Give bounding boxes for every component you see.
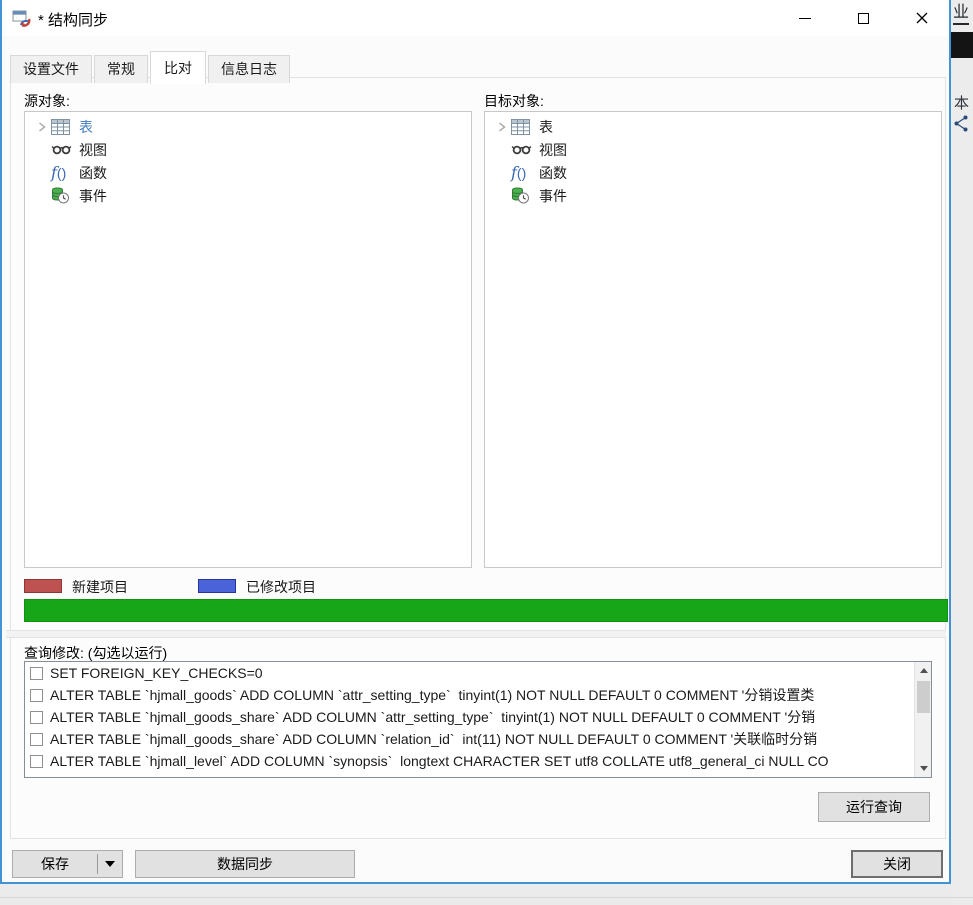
- sql-statement: ALTER TABLE `hjmall_goods_share` ADD COL…: [50, 707, 815, 727]
- sql-statement: ALTER TABLE `hjmall_goods_share` ADD COL…: [50, 729, 817, 749]
- function-icon: f(): [51, 163, 75, 182]
- save-button[interactable]: 保存: [12, 850, 123, 878]
- chevron-right-icon[interactable]: [493, 122, 511, 132]
- modified-item-legend-label: 已修改项目: [246, 577, 316, 597]
- dropdown-arrow-icon: [105, 861, 115, 867]
- tree-item-label: 表: [539, 117, 553, 137]
- source-tree-item-functions[interactable]: f() 函数: [25, 161, 471, 184]
- sql-statement: ALTER TABLE `hjmall_goods` ADD COLUMN `a…: [50, 685, 814, 705]
- background-dark-block: [951, 32, 973, 58]
- tab-compare[interactable]: 比对: [150, 51, 206, 84]
- maximize-button[interactable]: [841, 0, 886, 36]
- source-tree-item-views[interactable]: 视图: [25, 138, 471, 161]
- target-objects-tree[interactable]: 表 视图 f() 函数 事件: [484, 111, 942, 568]
- window-title: * 结构同步: [38, 9, 108, 30]
- scroll-down-arrow-icon[interactable]: [915, 760, 932, 777]
- sql-statement-list[interactable]: SET FOREIGN_KEY_CHECKS=0 ALTER TABLE `hj…: [24, 661, 932, 778]
- sql-checkbox[interactable]: [30, 777, 43, 779]
- close-button[interactable]: [899, 0, 944, 36]
- sql-statement: ALTER TABLE `hjmall_level` ADD COLUMN `s…: [50, 753, 829, 769]
- close-icon: [916, 12, 928, 24]
- query-modifications-label: 查询修改: (勾选以运行): [24, 643, 167, 663]
- structure-sync-dialog: * 结构同步 设置文件 常规 比对 信息日志 源对象: 表: [0, 0, 951, 884]
- table-icon: [511, 119, 535, 135]
- target-tree-item-tables[interactable]: 表: [485, 115, 941, 138]
- scroll-up-arrow-icon[interactable]: [915, 662, 932, 679]
- sql-checkbox[interactable]: [30, 755, 43, 768]
- sql-statement: SET FOREIGN_KEY_CHECKS=0: [50, 665, 263, 681]
- source-objects-tree[interactable]: 表 视图 f() 函数 事件: [24, 111, 472, 568]
- background-side-text: 本: [954, 92, 969, 113]
- sql-row[interactable]: ALTER TABLE `hjmall_goods` ADD COLUMN `a…: [25, 684, 931, 706]
- view-icon: [51, 144, 75, 155]
- tab-bar: 设置文件 常规 比对 信息日志: [10, 50, 292, 83]
- event-icon: [511, 187, 535, 204]
- minimize-button[interactable]: [782, 0, 827, 36]
- tree-item-label: 函数: [79, 163, 107, 183]
- function-icon: f(): [511, 163, 535, 182]
- structure-sync-icon: [12, 8, 32, 28]
- table-icon: [51, 119, 75, 135]
- close-dialog-button[interactable]: 关闭: [851, 850, 943, 878]
- sql-row[interactable]: ALTER TABLE `hjmall_goods_share` ADD COL…: [25, 706, 931, 728]
- tab-general[interactable]: 常规: [94, 55, 148, 83]
- background-bottom-strip: [0, 884, 951, 905]
- progress-bar: [24, 599, 948, 622]
- source-tree-item-tables[interactable]: 表: [25, 115, 471, 138]
- tab-info-log[interactable]: 信息日志: [208, 55, 290, 83]
- sql-row[interactable]: ALTER TABLE `hjmall_level` ADD COLUMN `s…: [25, 750, 931, 772]
- vertical-scrollbar[interactable]: [914, 662, 931, 777]
- target-tree-item-views[interactable]: 视图: [485, 138, 941, 161]
- sql-row[interactable]: ALTER TABLE `hjmall_goods_share` ADD COL…: [25, 728, 931, 750]
- sql-checkbox[interactable]: [30, 711, 43, 724]
- background-partial-text: 业: [953, 3, 969, 25]
- tree-item-label: 函数: [539, 163, 567, 183]
- sql-checkbox[interactable]: [30, 733, 43, 746]
- target-tree-item-functions[interactable]: f() 函数: [485, 161, 941, 184]
- data-sync-button[interactable]: 数据同步: [135, 850, 355, 878]
- maximize-icon: [858, 13, 869, 24]
- target-tree-item-events[interactable]: 事件: [485, 184, 941, 207]
- tree-item-label: 视图: [539, 140, 567, 160]
- scrollbar-thumb[interactable]: [917, 681, 930, 713]
- event-icon: [51, 187, 75, 204]
- sql-statement: ALTER TABLE `hjmall_: [50, 775, 194, 778]
- modified-item-color-swatch: [198, 579, 236, 593]
- tab-settings-file[interactable]: 设置文件: [10, 55, 92, 83]
- source-objects-label: 源对象:: [24, 91, 70, 111]
- minimize-icon: [799, 18, 811, 19]
- sql-checkbox[interactable]: [30, 689, 43, 702]
- sql-row[interactable]: SET FOREIGN_KEY_CHECKS=0: [25, 662, 931, 684]
- background-window-strip: 业 本: [951, 0, 973, 905]
- tree-item-label: 事件: [79, 186, 107, 206]
- tree-item-label: 表: [79, 117, 93, 137]
- save-button-label[interactable]: 保存: [13, 854, 97, 874]
- source-tree-item-events[interactable]: 事件: [25, 184, 471, 207]
- tree-item-label: 视图: [79, 140, 107, 160]
- target-objects-label: 目标对象:: [484, 91, 544, 111]
- new-item-legend-label: 新建项目: [72, 577, 128, 597]
- view-icon: [511, 144, 535, 155]
- splitter-handle[interactable]: [6, 630, 946, 638]
- save-dropdown-button[interactable]: [98, 861, 122, 867]
- title-bar[interactable]: * 结构同步: [2, 0, 949, 36]
- sql-row[interactable]: ALTER TABLE `hjmall_: [25, 772, 931, 778]
- chevron-right-icon[interactable]: [33, 122, 51, 132]
- new-item-color-swatch: [24, 579, 62, 593]
- tree-item-label: 事件: [539, 186, 567, 206]
- background-divider-line: [0, 897, 973, 898]
- share-icon: [954, 115, 969, 132]
- run-query-button[interactable]: 运行查询: [818, 792, 930, 822]
- sql-checkbox[interactable]: [30, 667, 43, 680]
